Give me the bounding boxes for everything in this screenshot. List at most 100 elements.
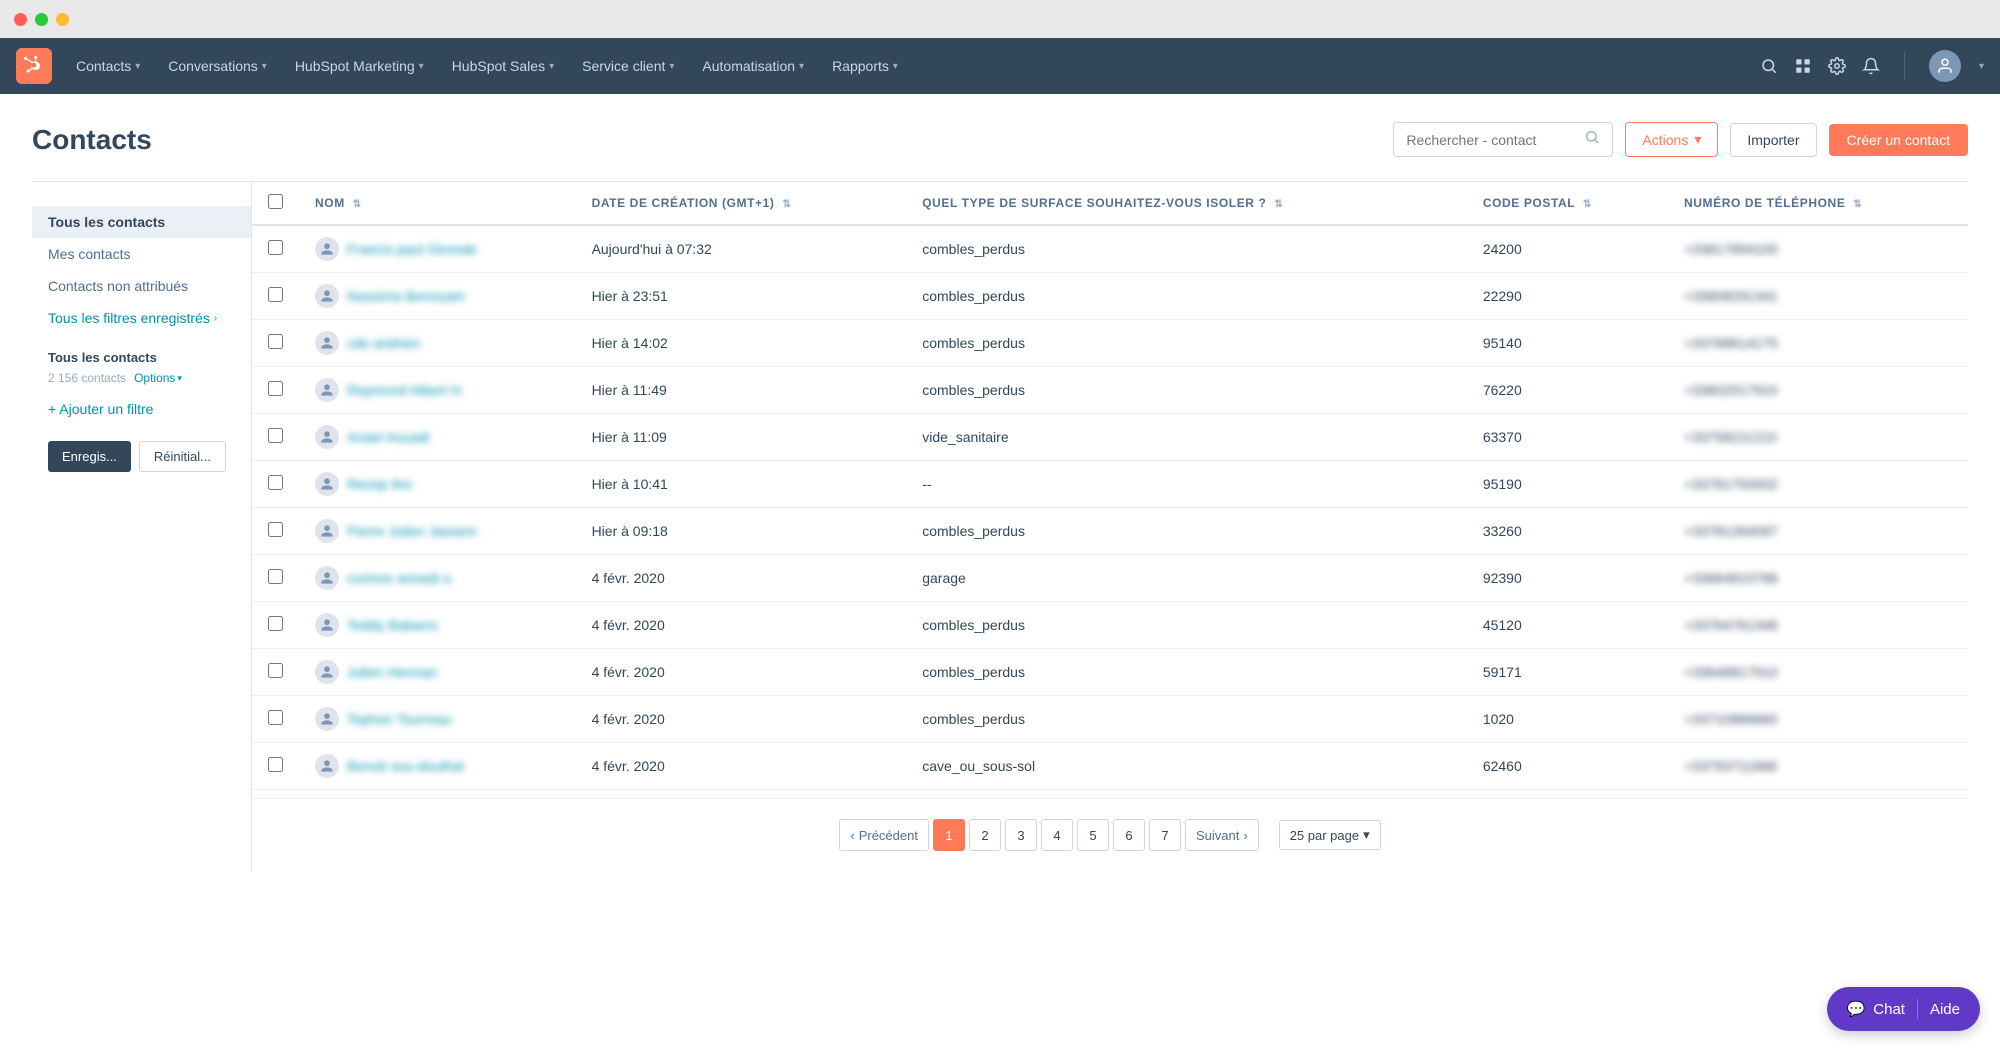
- table-row: Benoit sou-douthal 4 févr. 2020 cave_ou_…: [252, 743, 1968, 790]
- sidebar-item-all-contacts[interactable]: Tous les contacts: [32, 206, 251, 238]
- page-button-5[interactable]: 5: [1077, 819, 1109, 851]
- contact-name-text[interactable]: Benoit sou-douthal: [347, 758, 464, 774]
- contact-date-cell: Hier à 10:41: [576, 461, 907, 508]
- col-surface[interactable]: QUEL TYPE DE SURFACE SOUHAITEZ-VOUS ISOL…: [906, 182, 1467, 225]
- sidebar-buttons: Enregis... Réinitial...: [32, 425, 251, 472]
- row-checkbox-cell[interactable]: [252, 273, 299, 320]
- row-checkbox[interactable]: [268, 616, 283, 631]
- reset-button[interactable]: Réinitial...: [139, 441, 226, 472]
- contact-name-text[interactable]: Teddy Babarro: [347, 617, 438, 633]
- avatar-chevron[interactable]: ▾: [1979, 61, 1984, 72]
- save-button[interactable]: Enregis...: [48, 441, 131, 472]
- nav-automation[interactable]: Automatisation ▾: [690, 50, 816, 82]
- options-button[interactable]: Options ▾: [134, 371, 182, 385]
- contact-name-cell[interactable]: Benoit sou-douthal: [299, 743, 576, 790]
- row-checkbox[interactable]: [268, 428, 283, 443]
- contact-name-cell[interactable]: Tophon Tourreau: [299, 696, 576, 743]
- row-checkbox[interactable]: [268, 522, 283, 537]
- contact-name-text[interactable]: cdo andrien: [347, 335, 420, 351]
- contact-name-cell[interactable]: Teddy Babarro: [299, 602, 576, 649]
- grid-icon[interactable]: [1794, 57, 1812, 75]
- contact-name-cell[interactable]: Julien Herman: [299, 649, 576, 696]
- contact-name-text[interactable]: Francis paul Gironde: [347, 241, 477, 257]
- contact-name-cell[interactable]: Raymond Albert H.: [299, 367, 576, 414]
- row-checkbox[interactable]: [268, 475, 283, 490]
- contact-name-text[interactable]: Recep Ilnc: [347, 476, 413, 492]
- notifications-icon[interactable]: [1862, 57, 1880, 75]
- contact-name-cell[interactable]: corinne annadi o.: [299, 555, 576, 602]
- row-checkbox[interactable]: [268, 334, 283, 349]
- chat-widget[interactable]: 💬 Chat Aide: [1827, 987, 1980, 1031]
- nav-marketing[interactable]: HubSpot Marketing ▾: [283, 50, 436, 82]
- create-contact-button[interactable]: Créer un contact: [1829, 124, 1969, 156]
- search-box[interactable]: [1393, 122, 1613, 157]
- row-checkbox-cell[interactable]: [252, 555, 299, 602]
- nav-contacts[interactable]: Contacts ▾: [64, 50, 152, 82]
- nav-service[interactable]: Service client ▾: [570, 50, 686, 82]
- import-button[interactable]: Importer: [1730, 123, 1816, 157]
- page-button-6[interactable]: 6: [1113, 819, 1145, 851]
- close-dot[interactable]: [14, 13, 27, 26]
- contact-name-cell[interactable]: Recep Ilnc: [299, 461, 576, 508]
- row-checkbox-cell[interactable]: [252, 696, 299, 743]
- row-checkbox[interactable]: [268, 240, 283, 255]
- row-checkbox[interactable]: [268, 663, 283, 678]
- row-checkbox[interactable]: [268, 287, 283, 302]
- select-all-checkbox[interactable]: [268, 194, 283, 209]
- contact-name-text[interactable]: Anael Aouadi: [347, 429, 430, 445]
- col-postal[interactable]: CODE POSTAL ⇅: [1467, 182, 1668, 225]
- hubspot-logo[interactable]: [16, 48, 52, 84]
- contact-name-text[interactable]: corinne annadi o.: [347, 570, 454, 586]
- row-checkbox-cell[interactable]: [252, 461, 299, 508]
- page-button-7[interactable]: 7: [1149, 819, 1181, 851]
- next-page-button[interactable]: Suivant ›: [1185, 819, 1259, 851]
- contact-name-text[interactable]: Julien Herman: [347, 664, 437, 680]
- search-input[interactable]: [1406, 132, 1576, 148]
- contact-surface-cell: combles_perdus: [906, 508, 1467, 555]
- row-checkbox-cell[interactable]: [252, 743, 299, 790]
- row-checkbox-cell[interactable]: [252, 414, 299, 461]
- minimize-dot[interactable]: [35, 13, 48, 26]
- nav-sales[interactable]: HubSpot Sales ▾: [440, 50, 566, 82]
- col-name[interactable]: NOM ⇅: [299, 182, 576, 225]
- row-checkbox-cell[interactable]: [252, 602, 299, 649]
- col-phone[interactable]: NUMÉRO DE TÉLÉPHONE ⇅: [1668, 182, 1968, 225]
- page-button-1[interactable]: 1: [933, 819, 965, 851]
- row-checkbox[interactable]: [268, 381, 283, 396]
- search-icon[interactable]: [1760, 57, 1778, 75]
- sidebar-item-my-contacts[interactable]: Mes contacts: [32, 238, 251, 270]
- contact-name-cell[interactable]: Pierre Julien Jassem: [299, 508, 576, 555]
- contact-name-cell[interactable]: Francis paul Gironde: [299, 225, 576, 273]
- row-checkbox[interactable]: [268, 569, 283, 584]
- row-checkbox[interactable]: [268, 757, 283, 772]
- user-avatar[interactable]: [1929, 50, 1961, 82]
- row-checkbox[interactable]: [268, 710, 283, 725]
- row-checkbox-cell[interactable]: [252, 367, 299, 414]
- row-checkbox-cell[interactable]: [252, 225, 299, 273]
- contact-name-cell[interactable]: cdo andrien: [299, 320, 576, 367]
- add-filter-button[interactable]: + Ajouter un filtre: [32, 393, 251, 425]
- contact-name-text[interactable]: Pierre Julien Jassem: [347, 523, 477, 539]
- contact-name-cell[interactable]: Nassima Benouam: [299, 273, 576, 320]
- page-button-4[interactable]: 4: [1041, 819, 1073, 851]
- settings-icon[interactable]: [1828, 57, 1846, 75]
- page-button-2[interactable]: 2: [969, 819, 1001, 851]
- contact-name-text[interactable]: Raymond Albert H.: [347, 382, 465, 398]
- row-checkbox-cell[interactable]: [252, 320, 299, 367]
- contact-name-text[interactable]: Nassima Benouam: [347, 288, 465, 304]
- prev-page-button[interactable]: ‹ Précédent: [839, 819, 929, 851]
- col-date[interactable]: DATE DE CRÉATION (GMT+1) ⇅: [576, 182, 907, 225]
- row-checkbox-cell[interactable]: [252, 649, 299, 696]
- contact-name-cell[interactable]: Anael Aouadi: [299, 414, 576, 461]
- sidebar-item-unattributed[interactable]: Contacts non attribués: [32, 270, 251, 302]
- sidebar-saved-filters[interactable]: Tous les filtres enregistrés ›: [32, 302, 251, 334]
- per-page-selector[interactable]: 25 par page ▾: [1279, 820, 1381, 850]
- row-checkbox-cell[interactable]: [252, 508, 299, 555]
- actions-button[interactable]: Actions ▾: [1625, 122, 1718, 157]
- page-button-3[interactable]: 3: [1005, 819, 1037, 851]
- nav-reports[interactable]: Rapports ▾: [820, 50, 910, 82]
- contact-name-text[interactable]: Tophon Tourreau: [347, 711, 452, 727]
- select-all-header[interactable]: [252, 182, 299, 225]
- maximize-dot[interactable]: [56, 13, 69, 26]
- nav-conversations[interactable]: Conversations ▾: [156, 50, 279, 82]
